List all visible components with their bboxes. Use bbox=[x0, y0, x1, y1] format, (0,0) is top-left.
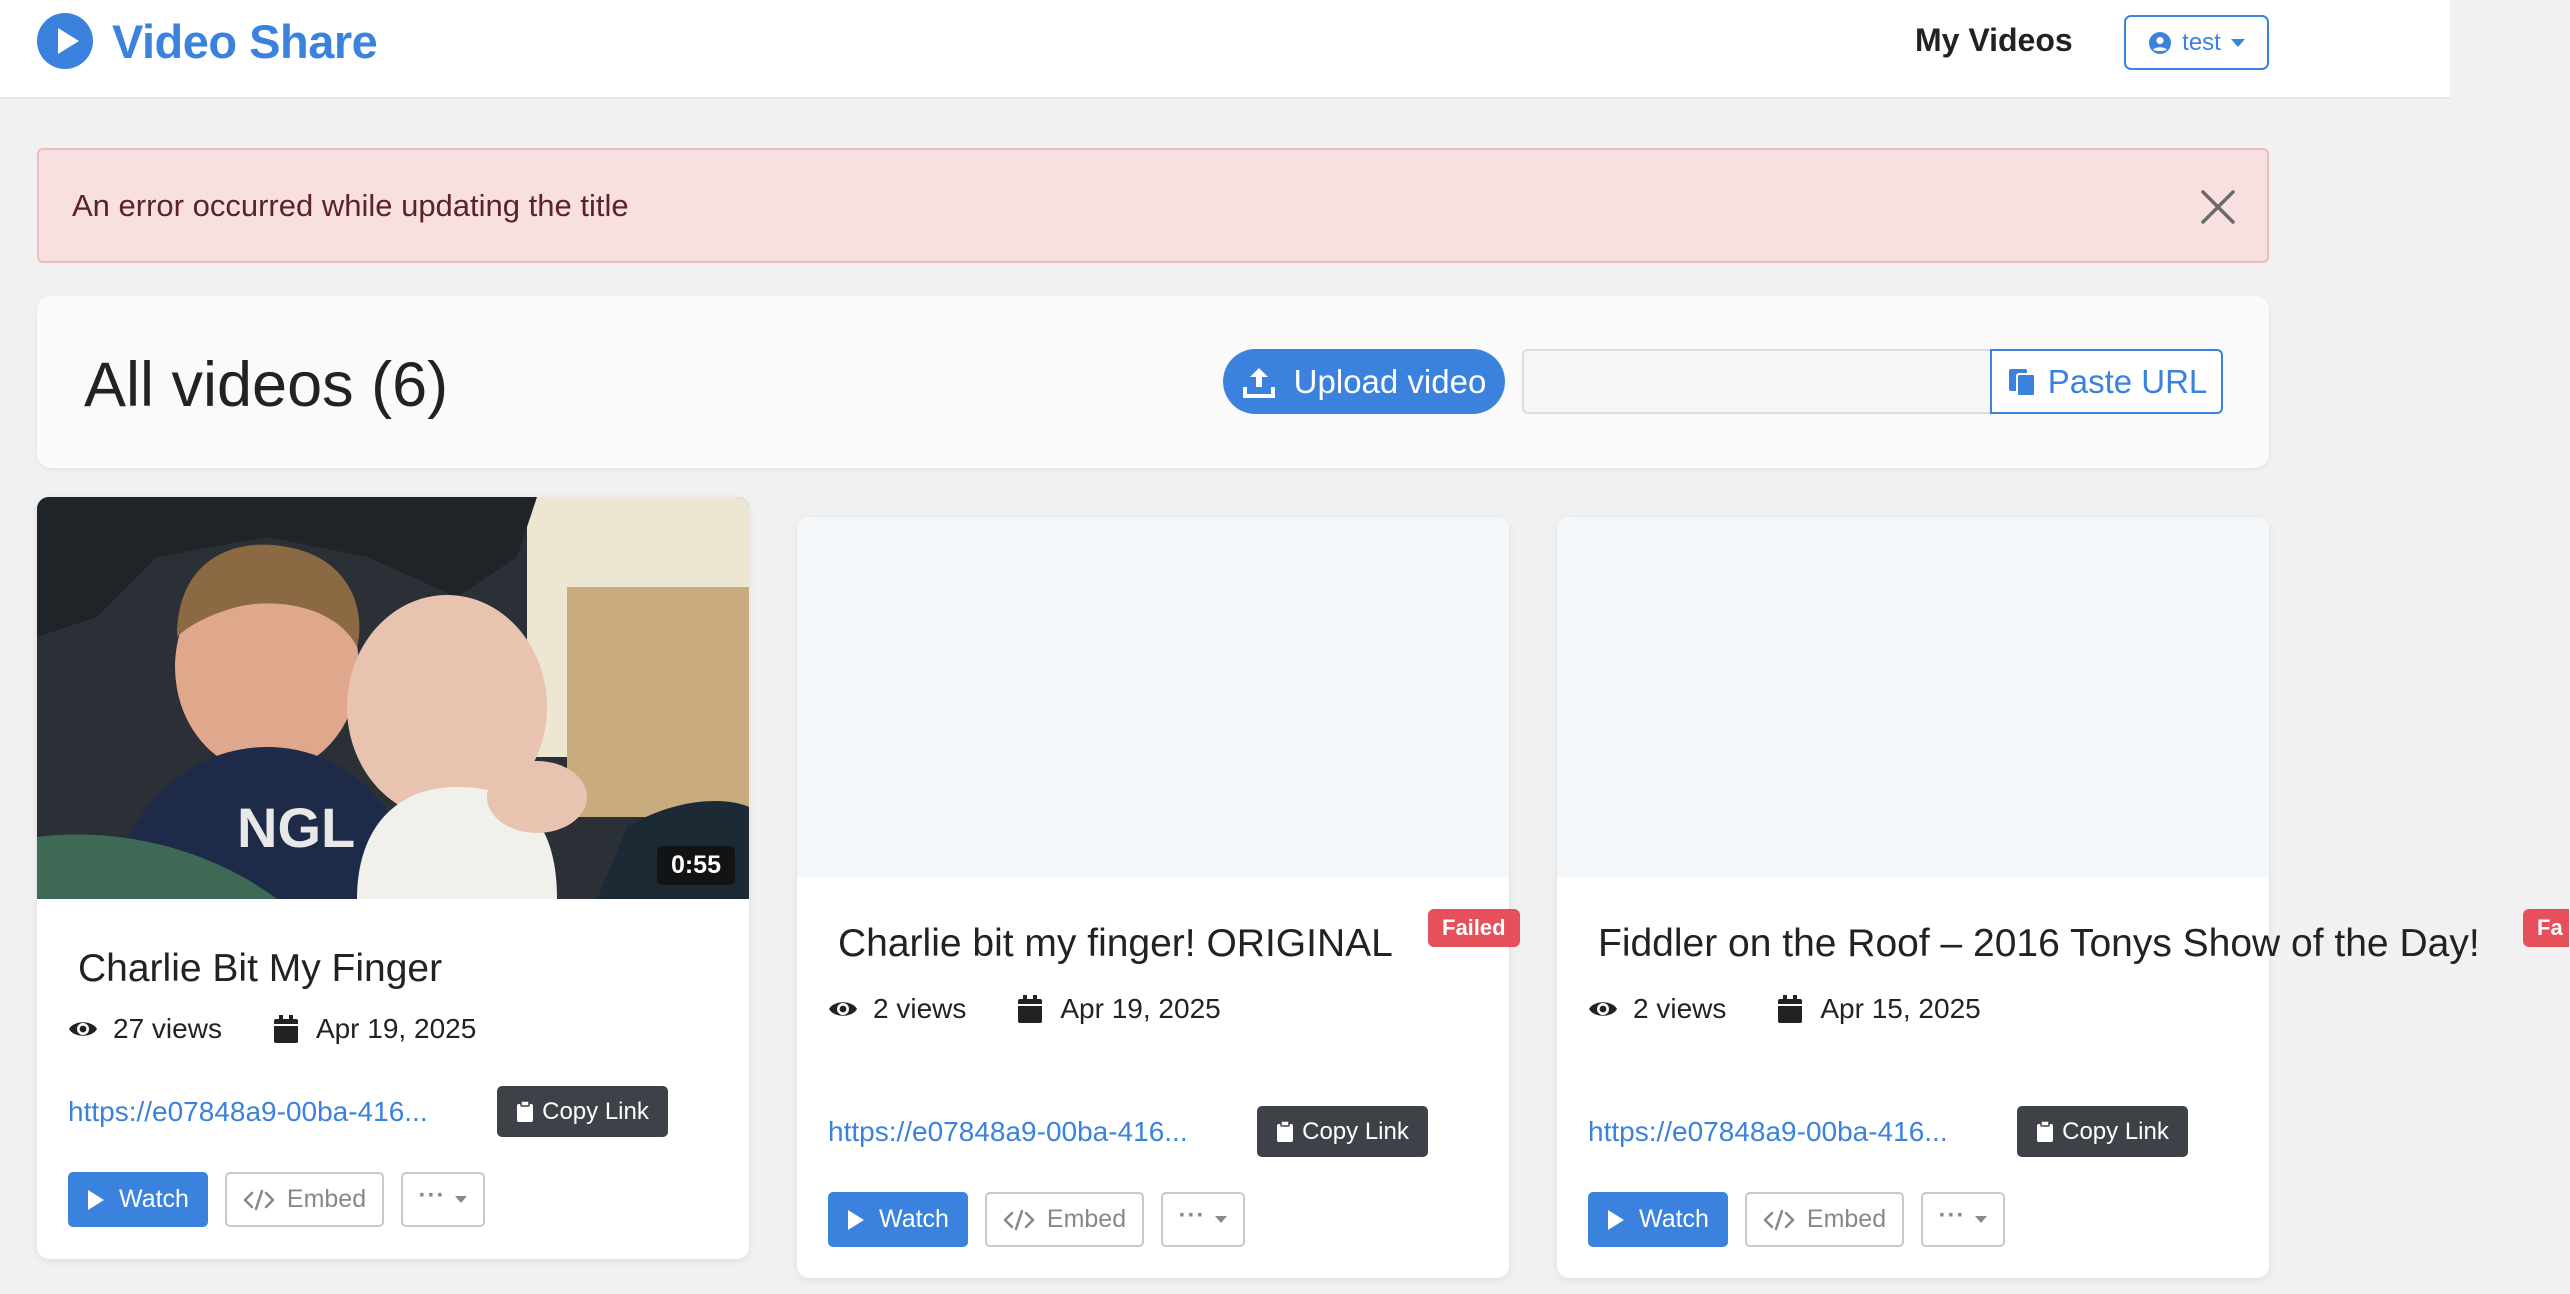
video-date: Apr 19, 2025 bbox=[315, 1013, 477, 1044]
video-meta: 2 views Apr 15, 2025 bbox=[1587, 993, 1981, 1025]
video-thumbnail[interactable]: NGL 0:55 bbox=[37, 497, 749, 899]
embed-label: Embed bbox=[1806, 1205, 1887, 1233]
embed-label: Embed bbox=[286, 1185, 367, 1213]
calendar-icon bbox=[273, 1015, 298, 1043]
nav-my-videos-link[interactable]: My Videos bbox=[1915, 22, 2073, 59]
video-views: 27 views bbox=[113, 1013, 222, 1044]
top-navbar: Video Share My Videos test bbox=[0, 0, 2450, 99]
video-title[interactable]: Fiddler on the Roof – 2016 Tonys Show of… bbox=[1598, 922, 2480, 966]
chevron-down-icon bbox=[455, 1196, 468, 1203]
eye-icon bbox=[829, 1002, 857, 1016]
video-actions: Watch Embed ··· bbox=[1588, 1192, 2005, 1247]
svg-text:NGL: NGL bbox=[237, 796, 355, 859]
clipboard-icon bbox=[517, 1100, 534, 1122]
video-title[interactable]: Charlie Bit My Finger bbox=[78, 947, 442, 991]
eye-icon bbox=[69, 1022, 97, 1036]
video-share-link[interactable]: https://e07848a9-00ba-416... bbox=[1588, 1116, 1948, 1148]
video-date: Apr 19, 2025 bbox=[1060, 993, 1221, 1024]
chevron-down-icon bbox=[2230, 38, 2245, 47]
user-menu-label: test bbox=[2182, 28, 2221, 56]
video-share-link[interactable]: https://e07848a9-00ba-416... bbox=[828, 1116, 1188, 1148]
embed-label: Embed bbox=[1046, 1205, 1127, 1233]
url-input[interactable] bbox=[1522, 349, 1992, 414]
video-card: NGL 0:55 Charlie Bit My Finger 27 views … bbox=[37, 497, 749, 1259]
video-actions: Watch Embed ··· bbox=[828, 1192, 1245, 1247]
watch-label: Watch bbox=[1639, 1205, 1709, 1233]
copy-link-button[interactable]: Copy Link bbox=[2017, 1106, 2188, 1157]
video-actions: Watch Embed ··· bbox=[68, 1172, 485, 1227]
play-icon bbox=[848, 1209, 865, 1230]
code-icon bbox=[1763, 1209, 1795, 1230]
more-options-button[interactable]: ··· bbox=[401, 1172, 485, 1227]
chevron-down-icon bbox=[1215, 1216, 1228, 1223]
upload-icon bbox=[1242, 367, 1275, 398]
video-card: Fiddler on the Roof – 2016 Tonys Show of… bbox=[1557, 517, 2569, 1278]
video-views: 2 views bbox=[1633, 993, 1727, 1024]
play-circle-icon bbox=[37, 13, 93, 69]
brand-title: Video Share bbox=[112, 14, 378, 68]
watch-button[interactable]: Watch bbox=[1588, 1192, 1728, 1247]
user-menu-button[interactable]: test bbox=[2124, 15, 2269, 70]
embed-button[interactable]: Embed bbox=[1745, 1192, 1904, 1247]
watch-button[interactable]: Watch bbox=[828, 1192, 968, 1247]
video-thumbnail[interactable] bbox=[797, 517, 1509, 877]
ellipsis-icon: ··· bbox=[418, 1181, 446, 1209]
ellipsis-icon: ··· bbox=[1938, 1201, 1966, 1229]
video-duration: 0:55 bbox=[656, 846, 735, 885]
copy-link-label: Copy Link bbox=[542, 1097, 649, 1125]
clipboard-icon bbox=[1277, 1120, 1294, 1142]
videos-toolbar: All videos (6) Upload video Paste URL bbox=[37, 296, 2269, 468]
copy-link-label: Copy Link bbox=[1302, 1117, 1409, 1145]
chevron-down-icon bbox=[1975, 1216, 1988, 1223]
error-alert: An error occurred while updating the tit… bbox=[37, 148, 2269, 263]
video-thumbnail[interactable] bbox=[1557, 517, 2269, 877]
video-meta: 2 views Apr 19, 2025 bbox=[827, 993, 1221, 1025]
upload-video-label: Upload video bbox=[1293, 362, 1487, 400]
status-badge: Failed bbox=[1428, 909, 1520, 947]
clipboard-icon bbox=[2037, 1120, 2054, 1142]
video-date: Apr 15, 2025 bbox=[1820, 993, 1981, 1024]
copy-link-button[interactable]: Copy Link bbox=[1257, 1106, 1428, 1157]
page-title: All videos (6) bbox=[84, 350, 449, 420]
embed-button[interactable]: Embed bbox=[985, 1192, 1144, 1247]
alert-message: An error occurred while updating the tit… bbox=[72, 187, 629, 223]
thumbnail-image: NGL bbox=[37, 497, 749, 899]
watch-button[interactable]: Watch bbox=[68, 1172, 208, 1227]
code-icon bbox=[1003, 1209, 1035, 1230]
video-meta: 27 views Apr 19, 2025 bbox=[67, 1013, 476, 1045]
calendar-icon bbox=[1018, 995, 1043, 1023]
brand-link[interactable]: Video Share bbox=[36, 12, 378, 70]
more-options-button[interactable]: ··· bbox=[1921, 1192, 2005, 1247]
video-share-link[interactable]: https://e07848a9-00ba-416... bbox=[68, 1096, 428, 1128]
ellipsis-icon: ··· bbox=[1178, 1201, 1206, 1229]
more-options-button[interactable]: ··· bbox=[1161, 1192, 1245, 1247]
eye-icon bbox=[1589, 1002, 1617, 1016]
status-badge: Fa bbox=[2523, 909, 2569, 947]
watch-label: Watch bbox=[879, 1205, 949, 1233]
user-circle-icon bbox=[2149, 31, 2172, 54]
clipboard-icon bbox=[2008, 368, 2036, 397]
video-card: Charlie bit my finger! ORIGINAL Failed 2… bbox=[797, 517, 1520, 1278]
paste-url-label: Paste URL bbox=[2047, 362, 2208, 400]
play-icon bbox=[88, 1189, 105, 1210]
paste-url-button[interactable]: Paste URL bbox=[1990, 349, 2223, 414]
play-icon bbox=[1608, 1209, 1625, 1230]
watch-label: Watch bbox=[119, 1185, 189, 1213]
video-title[interactable]: Charlie bit my finger! ORIGINAL bbox=[838, 922, 1393, 966]
embed-button[interactable]: Embed bbox=[225, 1172, 384, 1227]
video-views: 2 views bbox=[873, 993, 967, 1024]
upload-video-button[interactable]: Upload video bbox=[1223, 349, 1505, 414]
copy-link-label: Copy Link bbox=[2062, 1117, 2169, 1145]
copy-link-button[interactable]: Copy Link bbox=[497, 1086, 668, 1137]
code-icon bbox=[243, 1189, 275, 1210]
calendar-icon bbox=[1778, 995, 1803, 1023]
close-icon[interactable] bbox=[2199, 188, 2237, 226]
